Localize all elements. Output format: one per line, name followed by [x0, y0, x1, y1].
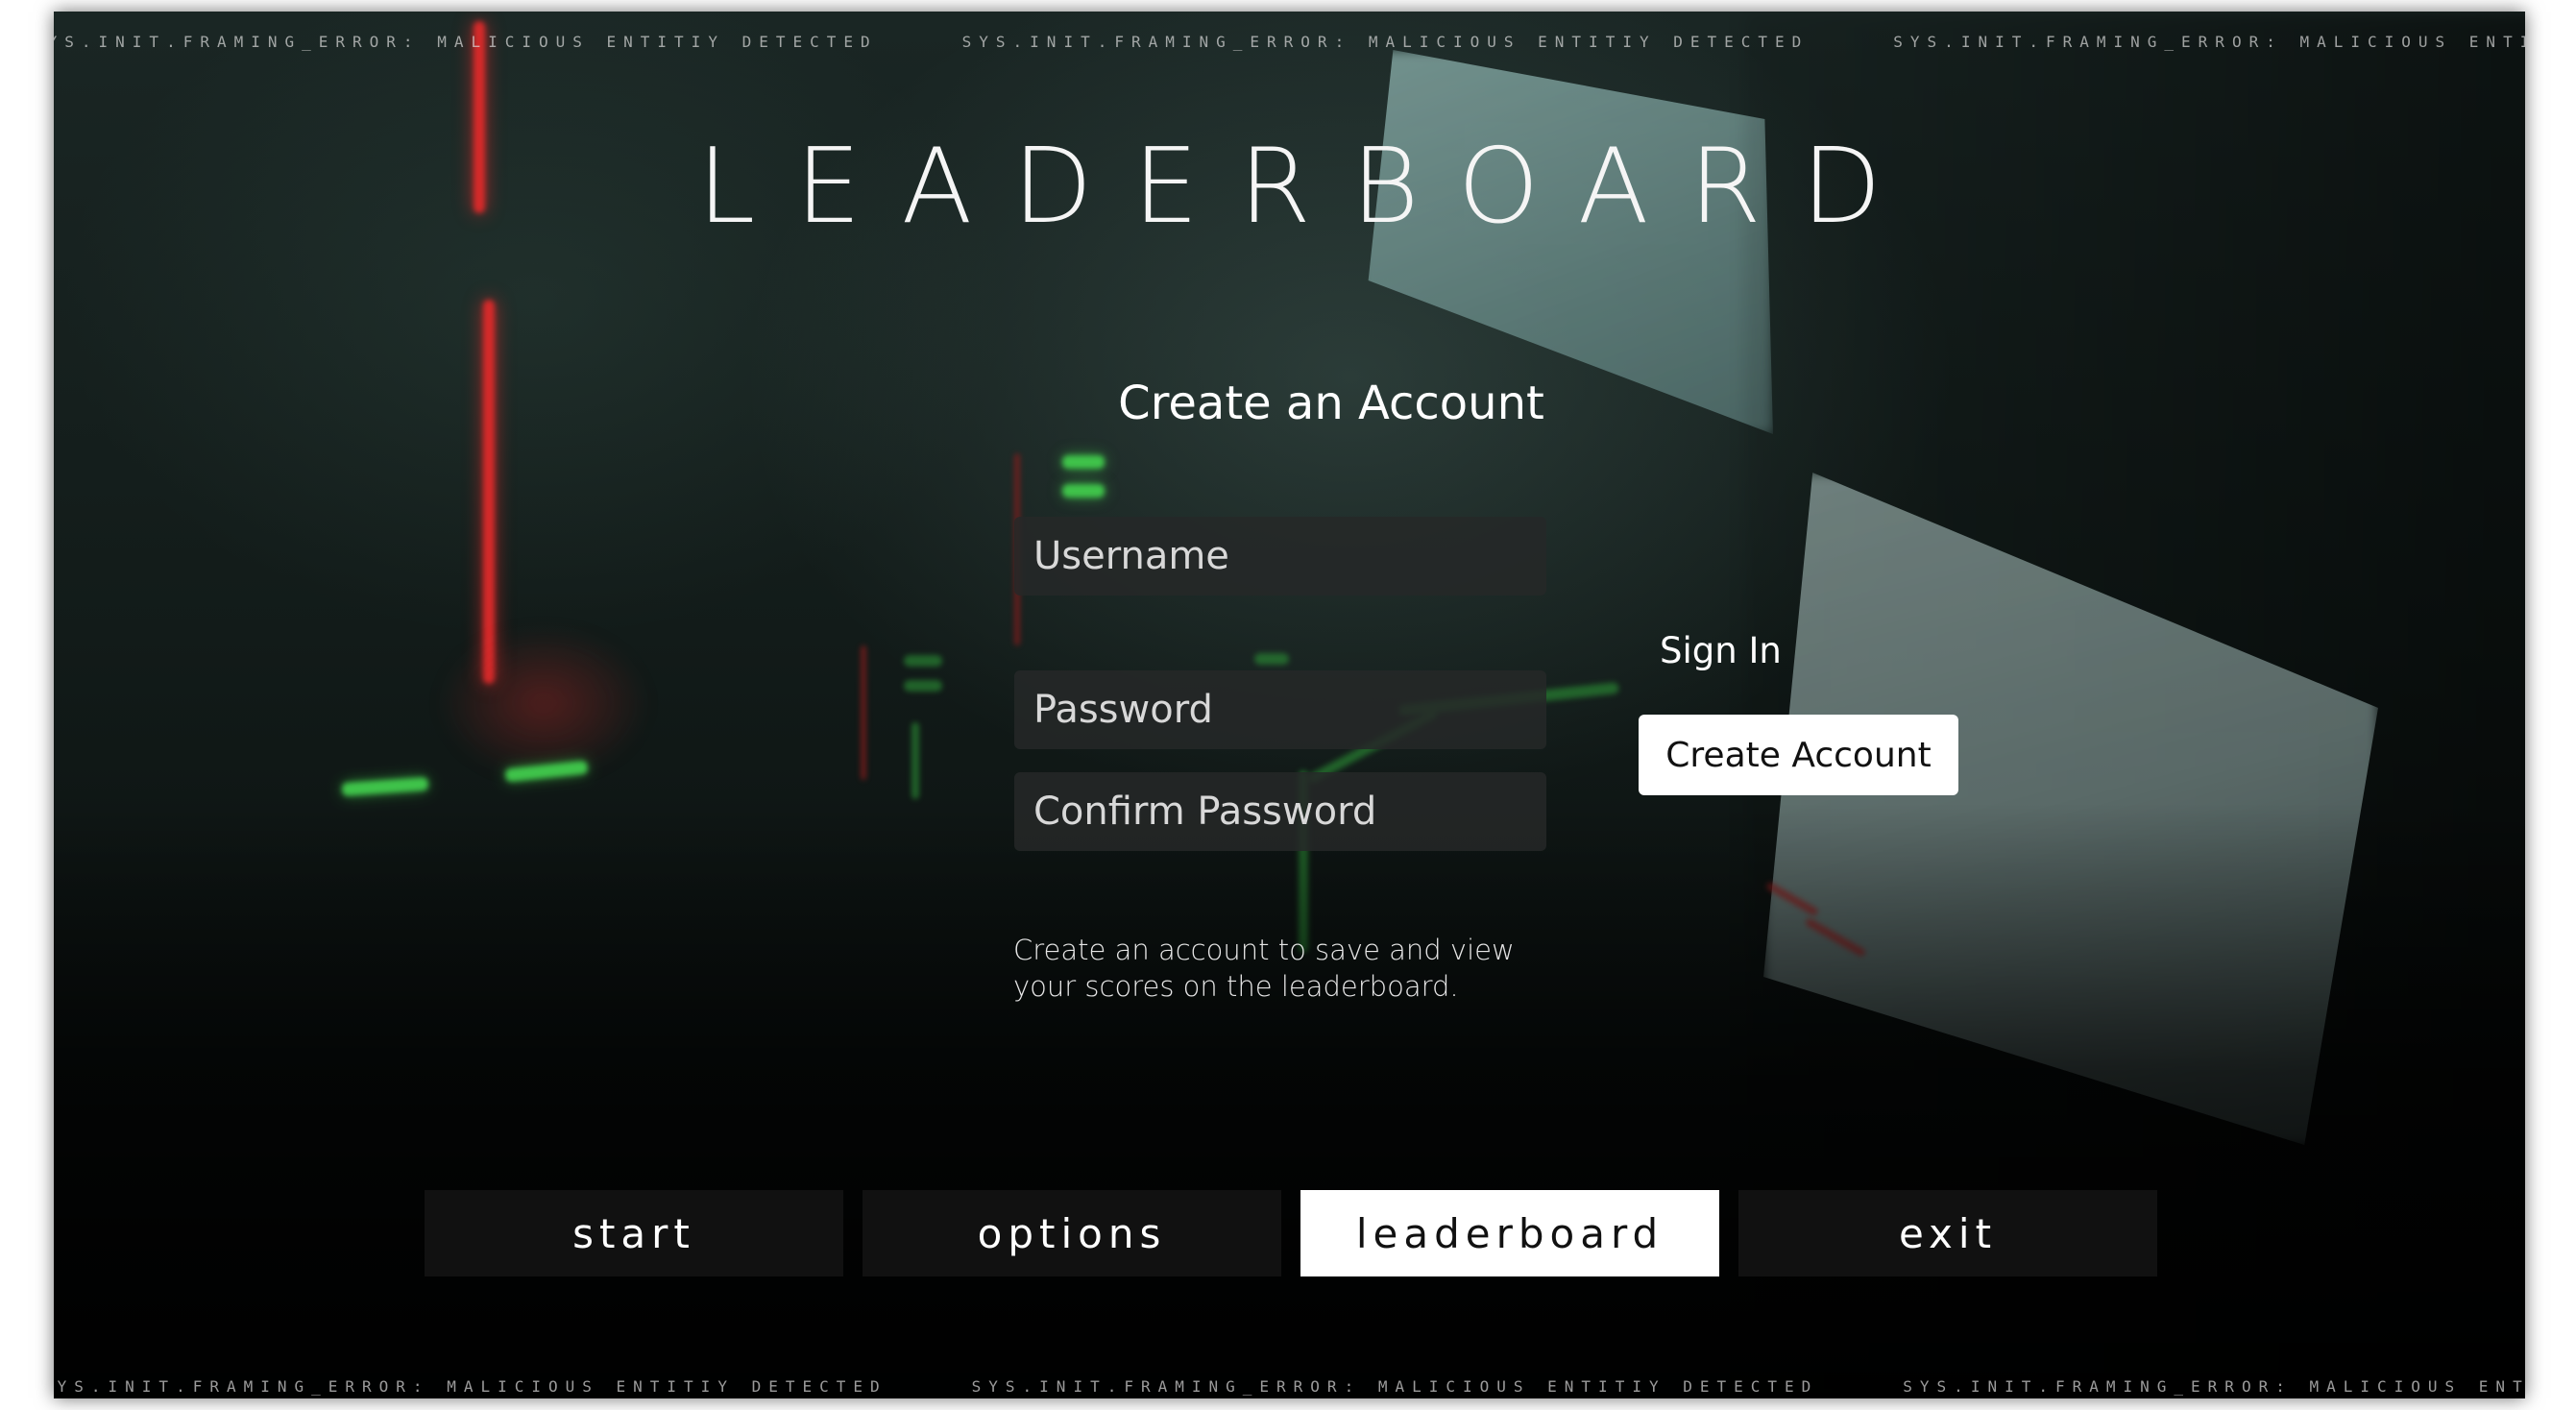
red-glow	[438, 626, 649, 780]
green-laser	[904, 680, 942, 692]
username-field[interactable]	[1014, 517, 1546, 596]
nav-options-button[interactable]: options	[863, 1190, 1281, 1276]
form-heading: Create an Account	[1118, 377, 1544, 430]
help-text: Create an account to save and view your …	[1013, 934, 1515, 1003]
nav-leaderboard-button[interactable]: leaderboard	[1300, 1190, 1719, 1276]
confirm-password-field[interactable]	[1014, 772, 1546, 851]
green-laser	[904, 655, 942, 667]
sign-in-link[interactable]: Sign In	[1660, 630, 1782, 671]
marquee-text: SYS.INIT.FRAMING_ERROR: MALICIOUS ENTITI…	[961, 33, 1810, 51]
nav-start-button[interactable]: start	[425, 1190, 843, 1276]
nav-exit-button[interactable]: exit	[1738, 1190, 2157, 1276]
red-laser	[861, 645, 866, 780]
marquee-text: SYS.INIT.FRAMING_ERROR: MALICIOUS ENTITI…	[54, 1377, 887, 1396]
green-laser	[1062, 484, 1105, 498]
marquee-text: SYS.INIT.FRAMING_ERROR: MALICIOUS ENTITI…	[1893, 33, 2525, 51]
marquee-text: SYS.INIT.FRAMING_ERROR: MALICIOUS ENTITI…	[1903, 1377, 2525, 1396]
marquee-text: SYS.INIT.FRAMING_ERROR: MALICIOUS ENTITI…	[971, 1377, 1819, 1396]
system-marquee-bottom: SYS.INIT.FRAMING_ERROR: MALICIOUS ENTITI…	[54, 1377, 2525, 1398]
create-account-button[interactable]: Create Account	[1639, 715, 1958, 795]
password-field[interactable]	[1014, 670, 1546, 749]
green-laser	[1062, 455, 1105, 469]
green-laser	[1254, 653, 1289, 665]
marquee-text: SYS.INIT.FRAMING_ERROR: MALICIOUS ENTITI…	[54, 33, 878, 51]
game-screen: SYS.INIT.FRAMING_ERROR: MALICIOUS ENTITI…	[54, 12, 2525, 1398]
floor-shadow	[54, 803, 2525, 1398]
page-title: LEADERBOARD	[697, 127, 1922, 247]
system-marquee-top: SYS.INIT.FRAMING_ERROR: MALICIOUS ENTITI…	[54, 33, 2525, 61]
green-laser	[911, 722, 919, 799]
main-nav: start options leaderboard exit	[425, 1190, 2157, 1276]
